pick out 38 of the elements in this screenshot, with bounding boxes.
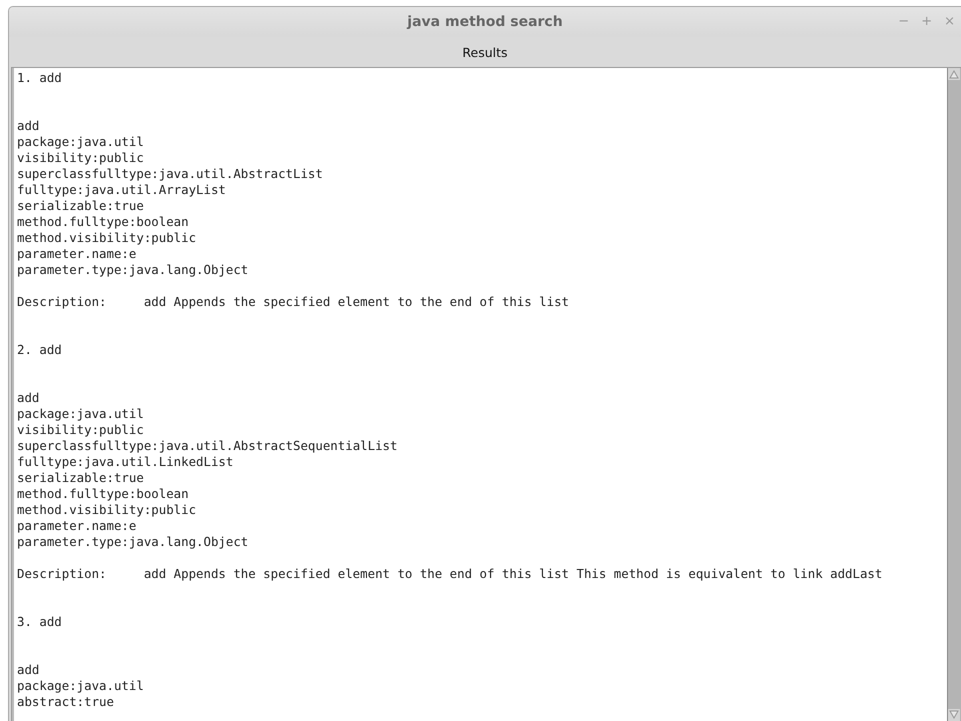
description-text: add Appends the specified element to the end of this list This method is equivalent to link addLast xyxy=(144,566,882,581)
property-line: package:java.util xyxy=(17,678,145,694)
property-line: serializable:true xyxy=(17,198,145,214)
property-line: visibility:public xyxy=(17,422,145,438)
property-line: method.fulltype:boolean xyxy=(17,486,190,502)
window-title: java method search xyxy=(407,14,563,30)
window-control-button[interactable]: − xyxy=(894,14,914,29)
property-line: superclassfulltype:java.util.AbstractList xyxy=(17,166,324,182)
description-label: Description: xyxy=(17,294,108,310)
property-line: fulltype:java.util.ArrayList xyxy=(17,182,227,198)
property-line: parameter.name:e xyxy=(17,518,138,534)
result-heading: 3. add xyxy=(17,614,63,630)
property-line: serializable:true xyxy=(17,470,145,486)
window-control-button[interactable]: × xyxy=(940,14,959,29)
description-text: add Appends the specified element to the end of this list xyxy=(144,294,570,309)
description-label: Description: xyxy=(17,566,108,582)
property-line: package:java.util xyxy=(17,406,145,422)
property-line: method.visibility:public xyxy=(17,230,198,246)
property-line: method.fulltype:boolean xyxy=(17,214,190,230)
property-line: superclassfulltype:java.util.AbstractSequentialList xyxy=(17,438,398,454)
result-heading: 2. add xyxy=(17,342,63,358)
result-heading: 1. add xyxy=(17,70,63,86)
property-line: abstract:true xyxy=(17,694,115,710)
vertical-scrollbar[interactable] xyxy=(947,68,961,721)
property-line: parameter.type:java.lang.Object xyxy=(17,534,250,550)
window-control-button[interactable]: + xyxy=(917,14,936,29)
property-line: add xyxy=(17,118,40,134)
property-line: parameter.type:java.lang.Object xyxy=(17,262,250,278)
property-line: add xyxy=(17,390,40,406)
scroll-down-icon[interactable] xyxy=(948,709,960,721)
property-line: package:java.util xyxy=(17,134,145,150)
scroll-up-icon[interactable] xyxy=(948,68,960,80)
property-line: visibility:public xyxy=(17,150,145,166)
property-line: method.visibility:public xyxy=(17,502,198,518)
property-line: add xyxy=(17,662,40,678)
property-line: parameter.name:e xyxy=(17,246,138,262)
property-line: fulltype:java.util.LinkedList xyxy=(17,454,234,470)
results-heading: Results xyxy=(462,44,508,60)
